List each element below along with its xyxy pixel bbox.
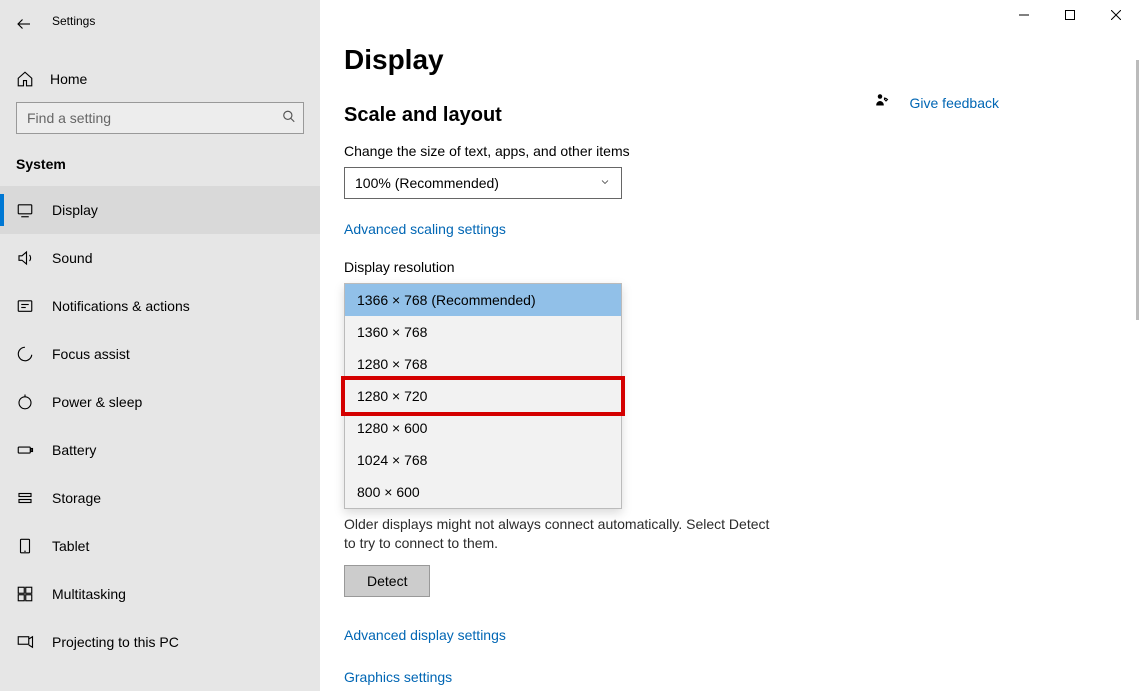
sidebar-item-sound[interactable]: Sound — [0, 234, 320, 282]
nav-icon — [16, 441, 34, 459]
sidebar-item-multitasking[interactable]: Multitasking — [0, 570, 320, 618]
search-wrap — [16, 102, 304, 134]
sidebar-item-notifications-actions[interactable]: Notifications & actions — [0, 282, 320, 330]
nav-icon — [16, 633, 34, 651]
sidebar-item-battery[interactable]: Battery — [0, 426, 320, 474]
resolution-option[interactable]: 1280 × 768 — [345, 348, 621, 380]
sidebar-item-label: Focus assist — [52, 346, 130, 362]
sidebar-item-label: Multitasking — [52, 586, 126, 602]
sidebar-item-storage[interactable]: Storage — [0, 474, 320, 522]
sidebar-item-label: Display — [52, 202, 98, 218]
resolution-option[interactable]: 1360 × 768 — [345, 316, 621, 348]
sidebar-item-label: Sound — [52, 250, 92, 266]
nav-icon — [16, 585, 34, 603]
resolution-option[interactable]: 1366 × 768 (Recommended) — [345, 284, 621, 316]
resolution-label: Display resolution — [344, 259, 1099, 275]
sidebar-section-title: System — [0, 150, 320, 186]
resolution-dropdown[interactable]: 1366 × 768 (Recommended)1360 × 7681280 ×… — [344, 283, 622, 509]
window-controls — [1001, 0, 1139, 30]
scale-label: Change the size of text, apps, and other… — [344, 143, 1099, 159]
sidebar-item-label: Storage — [52, 490, 101, 506]
sidebar-home-label: Home — [50, 71, 87, 87]
nav-icon — [16, 489, 34, 507]
nav-icon — [16, 201, 34, 219]
minimize-button[interactable] — [1001, 0, 1047, 30]
resolution-option[interactable]: 1024 × 768 — [345, 444, 621, 476]
feedback-link[interactable]: Give feedback — [910, 95, 1000, 111]
scale-value: 100% (Recommended) — [355, 175, 499, 191]
main-panel: Display Scale and layout Change the size… — [320, 0, 1139, 691]
resolution-option[interactable]: 800 × 600 — [345, 476, 621, 508]
sidebar-nav: Display Sound Notifications & actions Focus… — [0, 186, 320, 666]
nav-icon — [16, 297, 34, 315]
sidebar-home[interactable]: Home — [0, 60, 320, 98]
search-input[interactable] — [16, 102, 304, 134]
resolution-option[interactable]: 1280 × 720 — [345, 380, 621, 412]
sidebar-item-label: Battery — [52, 442, 96, 458]
sidebar-item-focus-assist[interactable]: Focus assist — [0, 330, 320, 378]
scale-combobox[interactable]: 100% (Recommended) — [344, 167, 622, 199]
sidebar-item-label: Notifications & actions — [52, 298, 190, 314]
feedback-region: Give feedback — [874, 92, 1000, 113]
sidebar: Settings Home System Display Sound Notific… — [0, 0, 320, 691]
sidebar-item-label: Power & sleep — [52, 394, 142, 410]
sidebar-item-display[interactable]: Display — [0, 186, 320, 234]
sidebar-item-label: Tablet — [52, 538, 89, 554]
nav-icon — [16, 345, 34, 363]
close-button[interactable] — [1093, 0, 1139, 30]
nav-icon — [16, 393, 34, 411]
chevron-down-icon — [599, 175, 611, 191]
advanced-display-link[interactable]: Advanced display settings — [344, 627, 506, 643]
feedback-icon — [874, 92, 892, 113]
nav-icon — [16, 249, 34, 267]
home-icon — [16, 70, 34, 88]
maximize-button[interactable] — [1047, 0, 1093, 30]
search-icon — [282, 110, 296, 127]
graphics-settings-link[interactable]: Graphics settings — [344, 669, 452, 685]
nav-icon — [16, 537, 34, 555]
resolution-option[interactable]: 1280 × 600 — [345, 412, 621, 444]
sidebar-item-tablet[interactable]: Tablet — [0, 522, 320, 570]
app-title: Settings — [52, 14, 95, 28]
back-button[interactable] — [4, 8, 44, 40]
sidebar-item-label: Projecting to this PC — [52, 634, 179, 650]
sidebar-item-power-sleep[interactable]: Power & sleep — [0, 378, 320, 426]
page-title: Display — [344, 44, 1099, 76]
detect-button[interactable]: Detect — [344, 565, 430, 597]
detect-help-text: Older displays might not always connect … — [344, 515, 784, 553]
sidebar-item-projecting-to-this-pc[interactable]: Projecting to this PC — [0, 618, 320, 666]
advanced-scaling-link[interactable]: Advanced scaling settings — [344, 221, 506, 237]
